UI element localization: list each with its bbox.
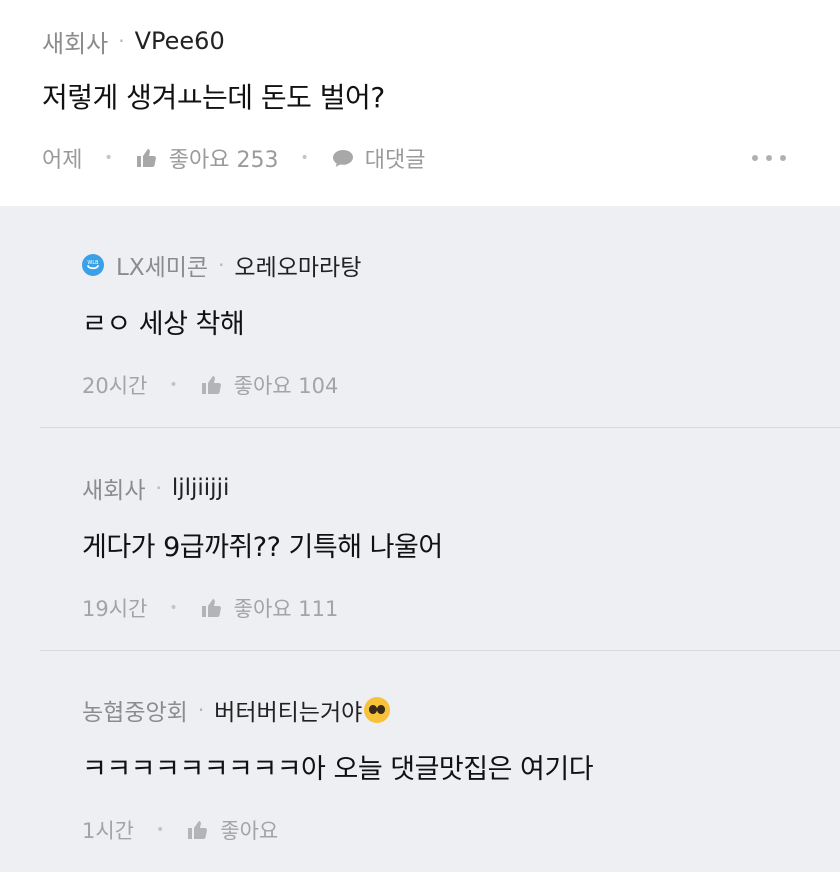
action-separator: • [300, 150, 309, 166]
replies-section: WLB LX세미콘 · 오레오마라탕 ㄹㅇ 세상 착해 20시간 • 좋아요 1… [0, 206, 840, 872]
dot [752, 155, 758, 161]
reply-time: 20시간 [82, 374, 148, 398]
reply-meta: 새회사 · ljljiijji [82, 471, 229, 505]
like-button[interactable]: 좋아요 [186, 815, 278, 845]
dot [780, 155, 786, 161]
meta-separator: · [155, 476, 162, 500]
comment-time: 어제 [42, 148, 83, 173]
like-label: 좋아요 104 [233, 374, 339, 398]
reply-company[interactable]: 새회사 [82, 471, 145, 505]
reply-meta: WLB LX세미콘 · 오레오마라탕 [82, 248, 361, 282]
divider [40, 650, 840, 651]
speech-bubble-icon [332, 150, 353, 167]
reply-label: 대댓글 [364, 148, 426, 173]
reply-text: 게다가 9급까쥐?? 기특해 나울어 [82, 532, 443, 563]
svg-text:WLB: WLB [87, 260, 99, 266]
reply-text: ㄹㅇ 세상 착해 [82, 309, 245, 340]
action-separator: • [156, 822, 165, 838]
like-label: 좋아요 253 [168, 148, 279, 173]
divider [40, 427, 840, 428]
reply-meta: 농협중앙회 · 버터버티는거야 [82, 693, 391, 727]
smile-icon: WLB [83, 255, 103, 275]
reply-button[interactable]: 대댓글 [331, 142, 426, 174]
main-comment: 새회사 · VPee60 저렇게 생겨ㅛ는데 돈도 벌어? 어제 • 좋아요 2… [0, 0, 840, 206]
action-separator: • [169, 600, 178, 616]
thumbs-up-icon [201, 599, 221, 617]
reply-time: 19시간 [82, 597, 148, 621]
comment-nickname[interactable]: VPee60 [135, 27, 225, 55]
meta-separator: · [218, 253, 225, 277]
like-button[interactable]: 좋아요 104 [200, 370, 339, 400]
pleading-face-emoji [364, 697, 391, 723]
reply-nickname[interactable]: 오레오마라탕 [234, 248, 361, 282]
meta-separator: · [118, 29, 125, 53]
reply-actions: 20시간 • 좋아요 104 [82, 368, 338, 402]
reply-nickname[interactable]: ljljiijji [172, 475, 230, 501]
reply-time: 1시간 [82, 819, 135, 843]
like-button[interactable]: 좋아요 111 [200, 593, 339, 623]
more-dots-icon[interactable] [752, 146, 786, 170]
reply-actions: 1시간 • 좋아요 [82, 813, 278, 847]
comment-text: 저렇게 생겨ㅛ는데 돈도 벌어? [42, 81, 385, 114]
reply-company[interactable]: LX세미콘 [116, 248, 208, 282]
thumbs-up-icon [136, 149, 156, 167]
dot [766, 155, 772, 161]
thumbs-up-icon [201, 376, 221, 394]
like-label: 좋아요 [220, 819, 279, 843]
like-button[interactable]: 좋아요 253 [135, 142, 279, 174]
meta-separator: · [197, 698, 205, 722]
reply-text: ㅋㅋㅋㅋㅋㅋㅋㅋㅋ아 오늘 댓글맛집은 여기다 [82, 754, 594, 785]
like-label: 좋아요 111 [233, 597, 339, 621]
reply-nickname[interactable]: 버터버티는거야 [214, 693, 362, 727]
action-separator: • [104, 150, 113, 166]
company-badge-icon: WLB [82, 254, 104, 276]
reply-company[interactable]: 농협중앙회 [82, 693, 188, 727]
comment-meta: 새회사 · VPee60 [42, 24, 225, 58]
action-separator: • [169, 377, 178, 393]
reply-actions: 19시간 • 좋아요 111 [82, 591, 338, 625]
thumbs-up-icon [188, 821, 208, 839]
comment-actions: 어제 • 좋아요 253 • 대댓글 [42, 140, 425, 176]
comment-company[interactable]: 새회사 [42, 24, 108, 59]
